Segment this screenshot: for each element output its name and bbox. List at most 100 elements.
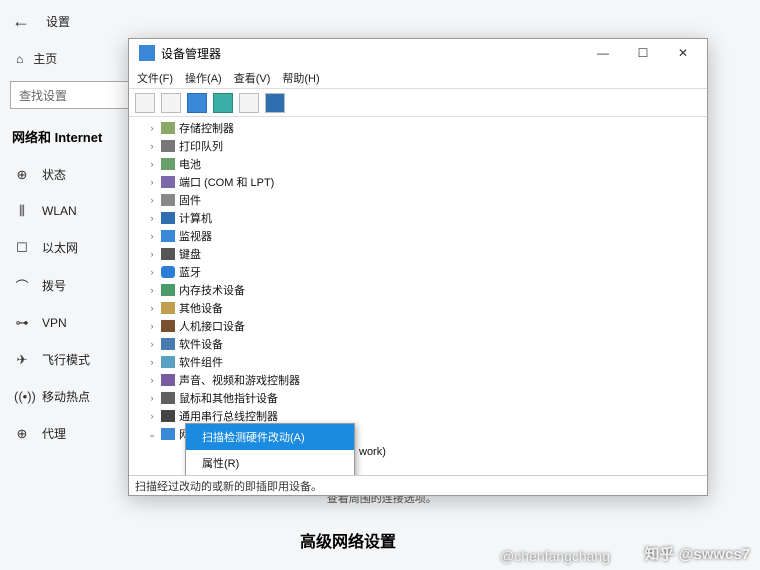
watermark-a: @chenfangchang: [500, 548, 610, 564]
tree-node[interactable]: 电池: [129, 155, 707, 173]
back-icon[interactable]: ←: [12, 11, 30, 32]
bt-icon: [161, 266, 175, 278]
tree-node[interactable]: 其他设备: [129, 299, 707, 317]
device-manager-window: 设备管理器 — ☐ ✕ 文件(F)操作(A)查看(V)帮助(H) 存储控制器打印…: [128, 38, 708, 496]
expand-icon[interactable]: [147, 411, 157, 421]
prn-icon: [161, 140, 175, 152]
tree-node[interactable]: 固件: [129, 191, 707, 209]
fw-icon: [161, 194, 175, 206]
expand-icon[interactable]: [147, 177, 157, 187]
sidebar-icon: ☐: [14, 240, 30, 256]
mon-icon: [161, 230, 175, 242]
expand-icon[interactable]: [147, 285, 157, 295]
kb-icon: [161, 248, 175, 260]
expand-icon[interactable]: [147, 357, 157, 367]
menubar: 文件(F) 操作(A) 查看(V) 帮助(H): [129, 67, 707, 89]
tree-node-label: 鼠标和其他指针设备: [179, 390, 278, 406]
home-label: 主页: [33, 50, 57, 67]
tb-monitor[interactable]: [265, 93, 285, 113]
sidebar-item-label: 状态: [42, 166, 66, 183]
minimize-button[interactable]: —: [583, 39, 623, 67]
expand-icon[interactable]: [147, 303, 157, 313]
tb-scan[interactable]: [213, 93, 233, 113]
expand-icon[interactable]: [147, 123, 157, 133]
ctx-scan-hardware[interactable]: 扫描检测硬件改动(A): [186, 424, 354, 450]
tree-node-label: 打印队列: [179, 138, 223, 154]
tb-view[interactable]: [239, 93, 259, 113]
ctx-properties[interactable]: 属性(R): [186, 450, 354, 475]
sidebar-item-label: 以太网: [42, 239, 78, 256]
expand-icon[interactable]: [147, 141, 157, 151]
tree-node-label: 监视器: [179, 228, 212, 244]
sidebar-icon: ⊕: [14, 426, 30, 442]
toolbar: [129, 89, 707, 117]
menu-item[interactable]: 查看(V): [234, 70, 271, 86]
expand-icon[interactable]: [147, 429, 157, 440]
tree-node-label: work): [359, 446, 386, 458]
tree-node[interactable]: 软件组件: [129, 353, 707, 371]
tree-node-label: 端口 (COM 和 LPT): [179, 174, 274, 190]
tree-node[interactable]: 人机接口设备: [129, 317, 707, 335]
sidebar-item-label: WLAN: [42, 204, 77, 218]
expand-icon[interactable]: [147, 159, 157, 169]
expand-icon[interactable]: [147, 393, 157, 403]
search-placeholder: 查找设置: [19, 87, 67, 104]
expand-icon[interactable]: [147, 339, 157, 349]
sidebar-icon: ⊕: [14, 167, 30, 183]
sidebar-item-label: VPN: [42, 316, 67, 330]
sidebar-icon: ⫼: [14, 203, 30, 219]
tree-node[interactable]: 鼠标和其他指针设备: [129, 389, 707, 407]
tree-node-label: 固件: [179, 192, 201, 208]
usb-icon: [161, 410, 175, 422]
tree-node[interactable]: 打印队列: [129, 137, 707, 155]
tree-node[interactable]: 内存技术设备: [129, 281, 707, 299]
maximize-button[interactable]: ☐: [623, 39, 663, 67]
tb-fwd[interactable]: [161, 93, 181, 113]
tree-node[interactable]: 监视器: [129, 227, 707, 245]
tree-node-label: 存储控制器: [179, 120, 234, 136]
expand-icon[interactable]: [147, 231, 157, 241]
expand-icon[interactable]: [147, 375, 157, 385]
tree-node[interactable]: 计算机: [129, 209, 707, 227]
tree-node-label: 通用串行总线控制器: [179, 408, 278, 424]
tb-props[interactable]: [187, 93, 207, 113]
close-button[interactable]: ✕: [663, 39, 703, 67]
expand-icon[interactable]: [147, 195, 157, 205]
menu-item[interactable]: 文件(F): [137, 70, 173, 86]
port-icon: [161, 176, 175, 188]
tree-node-label: 软件设备: [179, 336, 223, 352]
device-tree[interactable]: 存储控制器打印队列电池端口 (COM 和 LPT) 固件计算机监视器键盘蓝牙内存技…: [129, 117, 707, 475]
sidebar-icon: ⊶: [14, 315, 30, 331]
tree-node-label: 电池: [179, 156, 201, 172]
expand-icon[interactable]: [147, 213, 157, 223]
tree-node-label: 计算机: [179, 210, 212, 226]
expand-icon[interactable]: [147, 267, 157, 277]
tree-node[interactable]: 存储控制器: [129, 119, 707, 137]
mem-icon: [161, 284, 175, 296]
context-menu: 扫描检测硬件改动(A) 属性(R): [185, 423, 355, 475]
statusbar: 扫描经过改动的或新的即插即用设备。: [129, 475, 707, 495]
watermark-b: 知乎 @swwcs7: [645, 543, 751, 564]
tree-node-label: 其他设备: [179, 300, 223, 316]
tree-node[interactable]: 软件设备: [129, 335, 707, 353]
menu-item[interactable]: 操作(A): [185, 70, 222, 86]
tree-node[interactable]: 键盘: [129, 245, 707, 263]
tree-node[interactable]: 声音、视频和游戏控制器: [129, 371, 707, 389]
tree-node-label: 人机接口设备: [179, 318, 245, 334]
home-icon: ⌂: [16, 52, 23, 66]
oth-icon: [161, 302, 175, 314]
tree-node[interactable]: 端口 (COM 和 LPT): [129, 173, 707, 191]
sidebar-icon: ✈: [14, 352, 30, 368]
menu-item[interactable]: 帮助(H): [282, 70, 319, 86]
tree-node-label: 蓝牙: [179, 264, 201, 280]
sidebar-item-label: 代理: [42, 425, 66, 442]
settings-title: 设置: [46, 13, 70, 30]
sidebar-item-label: 飞行模式: [42, 351, 90, 368]
expand-icon[interactable]: [147, 249, 157, 259]
tb-back[interactable]: [135, 93, 155, 113]
disk-icon: [161, 122, 175, 134]
comp-icon: [161, 212, 175, 224]
tree-node[interactable]: 蓝牙: [129, 263, 707, 281]
expand-icon[interactable]: [147, 321, 157, 331]
net-icon: [161, 428, 175, 440]
